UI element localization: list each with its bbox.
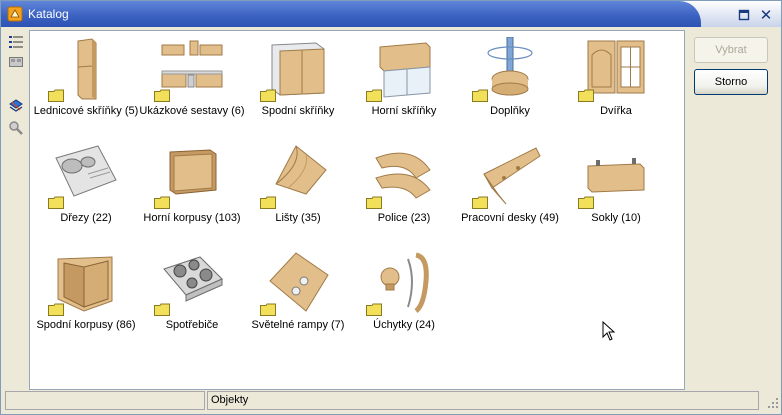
- catalog-item[interactable]: Sokly (10): [562, 144, 670, 240]
- folder-icon: [366, 196, 382, 209]
- window-title: Katalog: [28, 7, 69, 21]
- item-label: Světelné rampy (7): [251, 319, 345, 331]
- folder-icon: [260, 303, 276, 316]
- close-icon: ✕: [759, 7, 773, 24]
- catalog-item[interactable]: Police (23): [350, 144, 458, 240]
- catalog-item[interactable]: Světelné rampy (7): [244, 251, 352, 347]
- search-icon: [9, 121, 23, 135]
- catalog-item[interactable]: Spotřebiče: [138, 251, 246, 347]
- item-label: Spotřebiče: [165, 319, 219, 331]
- catalog-item[interactable]: Lišty (35): [244, 144, 352, 240]
- catalog-window: Katalog ✕ Lednicové skříňky (5) Ukázkové…: [0, 0, 782, 415]
- folder-icon: [366, 303, 382, 316]
- item-label: Horní korpusy (103): [143, 212, 241, 224]
- catalog-item[interactable]: Lednicové skříňky (5): [32, 37, 140, 133]
- folder-icon: [578, 196, 594, 209]
- catalog-item[interactable]: Dvířka: [562, 37, 670, 133]
- catalog-item[interactable]: Doplňky: [456, 37, 564, 133]
- catalog-item[interactable]: Horní korpusy (103): [138, 144, 246, 240]
- catalog-item[interactable]: Spodní korpusy (86): [32, 251, 140, 347]
- item-label: Lednicové skříňky (5): [33, 105, 139, 117]
- folder-icon: [48, 196, 64, 209]
- select-button[interactable]: Vybrat: [694, 37, 768, 63]
- catalog-list[interactable]: Lednicové skříňky (5) Ukázkové sestavy (…: [29, 30, 685, 390]
- folder-icon: [260, 196, 276, 209]
- folder-icon: [472, 89, 488, 102]
- folder-icon: [260, 89, 276, 102]
- status-pane-objects: Objekty: [207, 391, 759, 410]
- catalog-edit-button[interactable]: [6, 97, 26, 115]
- status-bar: Objekty: [5, 391, 779, 411]
- item-label: Lišty (35): [275, 212, 321, 224]
- catalog-edit-icon: [9, 99, 23, 112]
- item-label: Spodní skříňky: [261, 105, 335, 117]
- resize-grip-icon[interactable]: [767, 397, 779, 409]
- item-label: Sokly (10): [591, 212, 641, 224]
- details-view-icon: [9, 36, 23, 48]
- title-bar[interactable]: Katalog ✕: [1, 1, 781, 27]
- folder-icon: [154, 303, 170, 316]
- folder-icon: [48, 89, 64, 102]
- details-view-button[interactable]: [6, 33, 26, 51]
- thumbnail-view-button[interactable]: [6, 53, 26, 71]
- catalog-item[interactable]: Pracovní desky (49): [456, 144, 564, 240]
- close-button[interactable]: ✕: [759, 7, 773, 24]
- title-tab: [1, 1, 701, 27]
- folder-icon: [48, 303, 64, 316]
- folder-icon: [472, 196, 488, 209]
- catalog-item[interactable]: Spodní skříňky: [244, 37, 352, 133]
- mouse-cursor-icon: [602, 321, 616, 341]
- item-label: Horní skříňky: [371, 105, 437, 117]
- cancel-button[interactable]: Storno: [694, 69, 768, 95]
- search-button[interactable]: [6, 119, 26, 137]
- restore-button[interactable]: [737, 8, 751, 22]
- item-label: Police (23): [377, 212, 431, 224]
- item-label: Ukázkové sestavy (6): [139, 105, 245, 117]
- app-icon: [7, 6, 23, 22]
- folder-icon: [154, 196, 170, 209]
- catalog-item[interactable]: Dřezy (22): [32, 144, 140, 240]
- view-toolbar: [5, 31, 27, 387]
- item-label: Pracovní desky (49): [461, 212, 559, 224]
- folder-icon: [154, 89, 170, 102]
- folder-icon: [366, 89, 382, 102]
- status-pane-left: [5, 391, 205, 410]
- item-label: Doplňky: [490, 105, 530, 117]
- catalog-item[interactable]: Ukázkové sestavy (6): [138, 37, 246, 133]
- item-label: Spodní korpusy (86): [36, 319, 136, 331]
- item-label: Úchytky (24): [373, 319, 435, 331]
- catalog-item[interactable]: Horní skříňky: [350, 37, 458, 133]
- item-label: Dřezy (22): [60, 212, 112, 224]
- folder-icon: [578, 89, 594, 102]
- catalog-item[interactable]: Úchytky (24): [350, 251, 458, 347]
- item-label: Dvířka: [600, 105, 632, 117]
- thumbnail-view-icon: [9, 57, 23, 67]
- restore-icon: [738, 9, 750, 21]
